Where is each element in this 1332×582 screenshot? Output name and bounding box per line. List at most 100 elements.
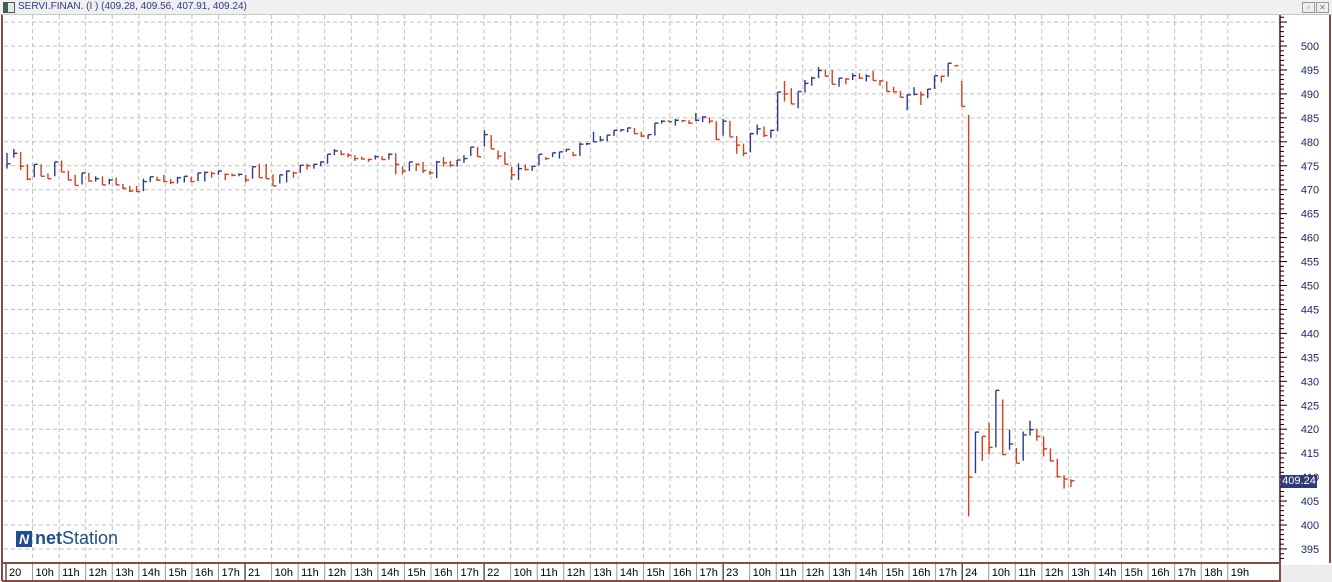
time-label: 15h	[885, 567, 903, 579]
time-label: 10h	[275, 567, 293, 579]
time-label: 15h	[646, 567, 664, 579]
ohlc-bar	[558, 151, 563, 159]
ohlc-bar	[742, 143, 748, 157]
price-label: 465	[1301, 209, 1319, 221]
time-label: 15h	[168, 567, 186, 579]
ohlc-bar	[74, 174, 79, 187]
ohlc-bar	[804, 80, 809, 93]
bar-series	[6, 62, 1075, 517]
ohlc-bar	[422, 161, 427, 173]
ohlc-bar	[845, 78, 850, 85]
time-label: 13h	[832, 567, 850, 579]
ohlc-bar	[258, 163, 263, 179]
ohlc-bar	[545, 157, 550, 161]
ohlc-bar	[586, 142, 591, 146]
ohlc-bar	[19, 151, 25, 171]
ohlc-bar	[415, 163, 420, 172]
time-label: 17h	[939, 567, 957, 579]
ohlc-bar	[681, 120, 686, 123]
price-label: 445	[1301, 304, 1319, 316]
ohlc-bar	[231, 173, 236, 177]
ohlc-bar	[1036, 428, 1041, 441]
ohlc-bar	[729, 120, 734, 138]
ohlc-bar	[688, 120, 693, 125]
price-chart[interactable]: 3954004054104154204254304354404454504554…	[0, 0, 1332, 582]
price-label: 395	[1301, 544, 1319, 556]
ohlc-bar	[695, 113, 700, 122]
ohlc-bar	[749, 132, 754, 153]
ohlc-bar	[647, 133, 652, 139]
ohlc-bar	[381, 156, 386, 161]
price-label: 470	[1301, 185, 1319, 197]
ohlc-bar	[94, 176, 100, 182]
ohlc-bar	[715, 121, 720, 141]
ohlc-bar	[238, 173, 243, 177]
time-label: 11h	[1018, 567, 1036, 579]
time-label: 12h	[89, 567, 107, 579]
ohlc-bar	[265, 163, 270, 180]
grid	[4, 15, 1279, 563]
price-label: 485	[1301, 113, 1319, 125]
ohlc-bar	[988, 422, 993, 455]
ohlc-bar	[620, 129, 625, 132]
price-label: 405	[1301, 496, 1319, 508]
axis-corner	[1281, 565, 1332, 582]
price-label: 480	[1301, 137, 1319, 149]
ohlc-bar	[340, 150, 345, 156]
ohlc-bar	[101, 176, 106, 186]
ohlc-bar	[1002, 399, 1007, 456]
time-label: 14h	[859, 567, 877, 579]
ohlc-bar	[470, 146, 475, 157]
ohlc-bar	[169, 179, 175, 184]
ohlc-bar	[115, 177, 120, 186]
ohlc-bar	[204, 171, 209, 182]
ohlc-bar	[551, 152, 557, 158]
ohlc-bar	[1042, 436, 1048, 457]
ohlc-bar	[572, 151, 577, 157]
time-label: 10h	[36, 567, 54, 579]
ohlc-bar	[476, 147, 482, 158]
price-axis: 3954004054104154204254304354404454504554…	[1279, 15, 1331, 581]
time-label: 11h	[301, 567, 319, 579]
time-label: 12h	[1045, 567, 1063, 579]
time-label: 10h	[514, 567, 532, 579]
price-label: 455	[1301, 257, 1319, 269]
ohlc-bar	[1022, 431, 1027, 461]
ohlc-bar	[1063, 475, 1068, 489]
time-label: 12h	[567, 567, 585, 579]
ohlc-bar	[1049, 448, 1054, 462]
ohlc-bar	[674, 118, 679, 126]
ohlc-bar	[633, 127, 638, 135]
price-label: 425	[1301, 400, 1319, 412]
ohlc-bar	[272, 174, 277, 187]
ohlc-bar	[292, 171, 297, 178]
ohlc-bar	[13, 148, 18, 158]
last-price-label: 409.24	[1281, 475, 1317, 488]
ohlc-bar	[306, 163, 311, 170]
ohlc-bar	[599, 136, 604, 142]
ohlc-bar	[217, 170, 222, 175]
time-label: 16h	[912, 567, 930, 579]
ohlc-bar	[149, 176, 154, 183]
ohlc-bar	[47, 173, 52, 180]
price-label: 415	[1301, 448, 1319, 460]
price-label: 495	[1301, 65, 1319, 77]
ohlc-bar	[408, 161, 413, 172]
ohlc-bar	[129, 185, 134, 193]
ohlc-bar	[886, 81, 891, 93]
time-label: 17h	[461, 567, 479, 579]
ohlc-bar	[831, 69, 836, 86]
ohlc-bar	[197, 172, 202, 182]
price-label: 475	[1301, 161, 1319, 173]
ohlc-bar	[449, 160, 454, 168]
time-label: 14h	[1098, 567, 1116, 579]
ohlc-bar	[354, 155, 359, 161]
ohlc-bar	[313, 163, 318, 169]
time-label: 14h	[620, 567, 638, 579]
time-label: 21	[248, 567, 260, 579]
time-label: 12h	[806, 567, 824, 579]
price-label: 435	[1301, 352, 1319, 364]
time-label: 14h	[142, 567, 160, 579]
time-label: 13h	[115, 567, 133, 579]
ohlc-bar	[67, 170, 72, 181]
